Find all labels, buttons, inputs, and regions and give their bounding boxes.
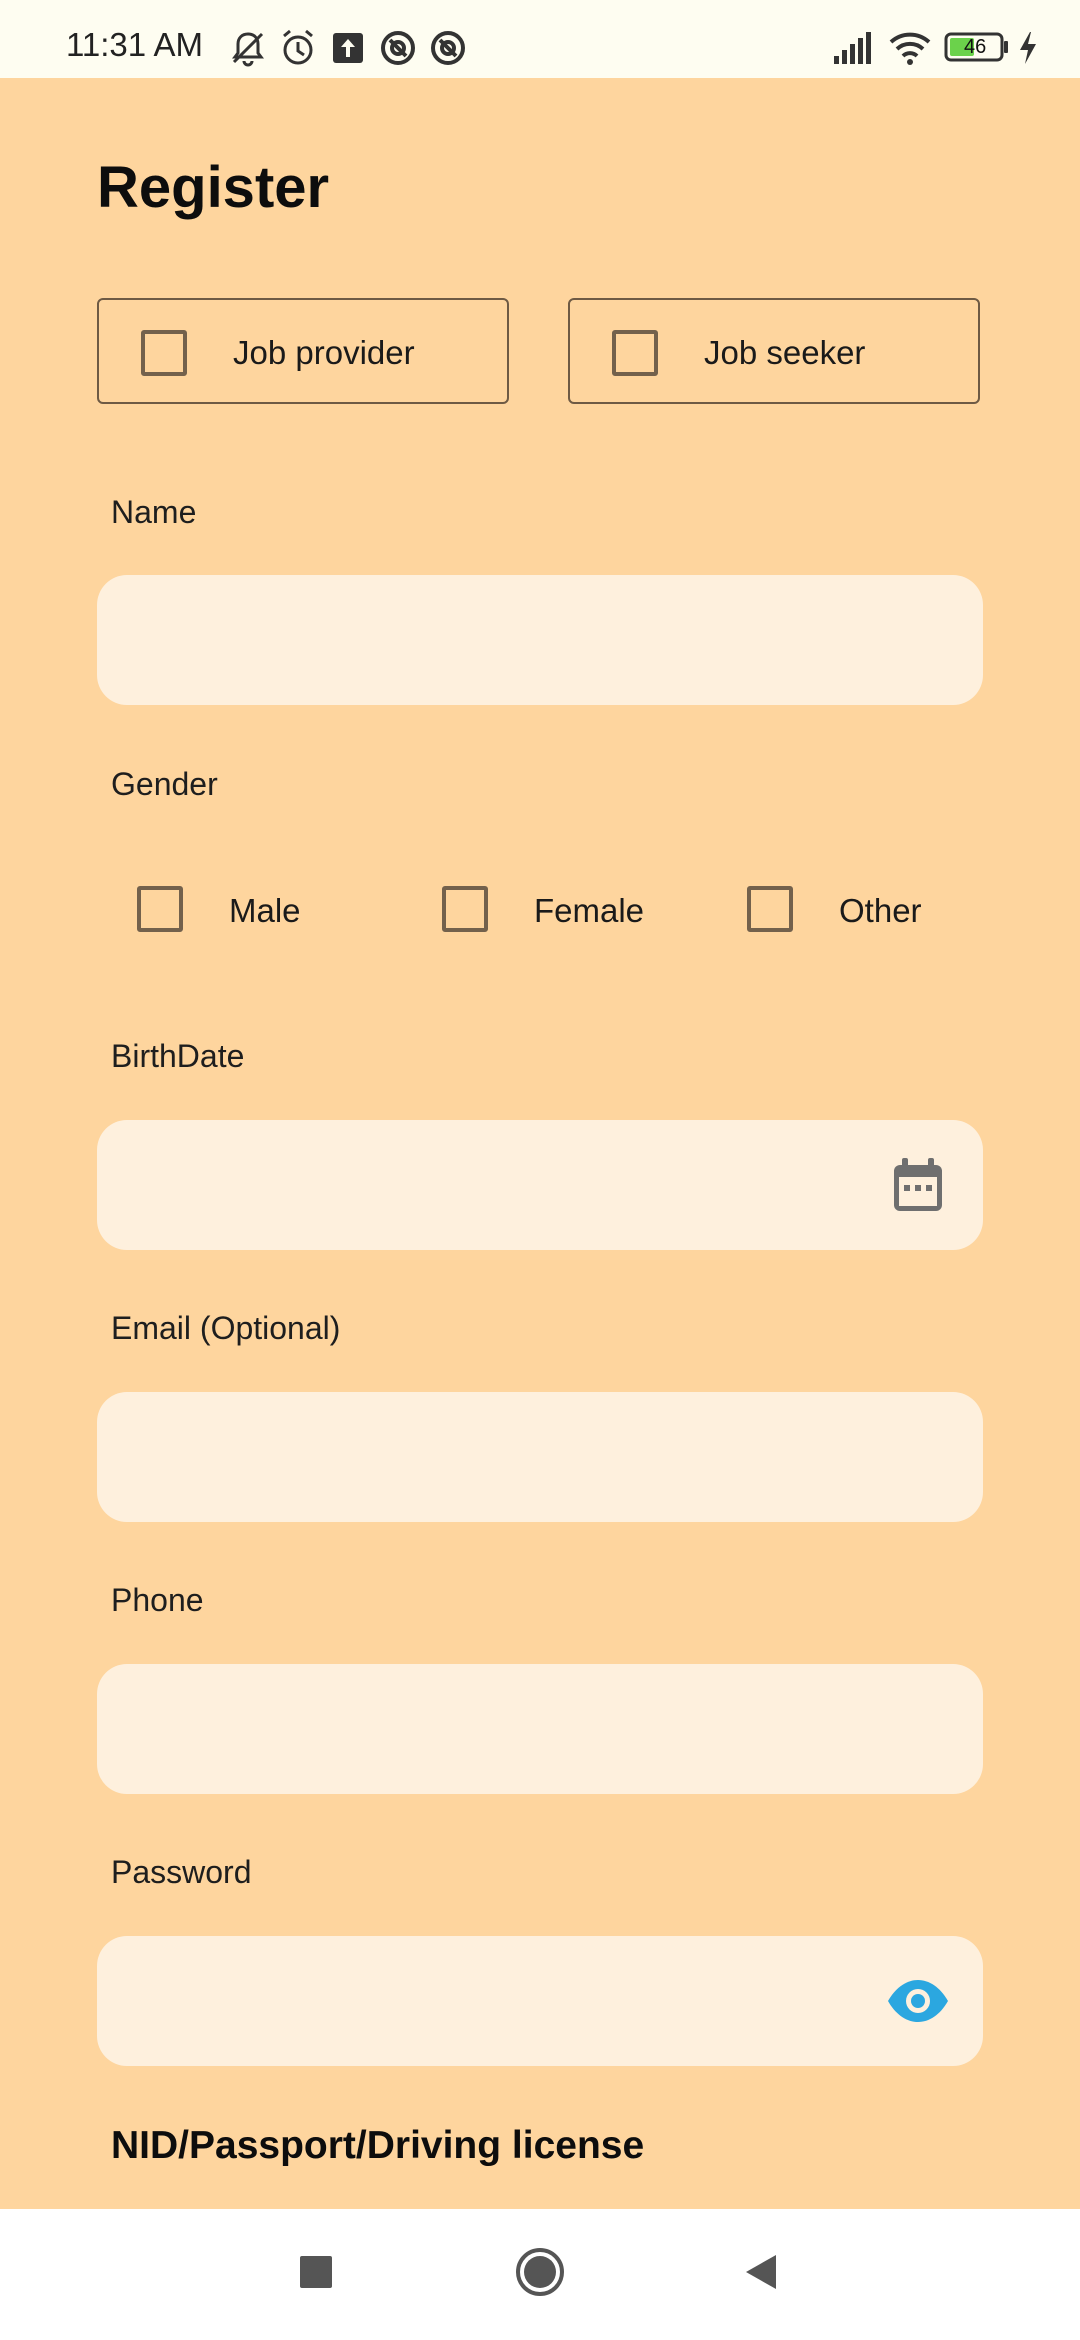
birthdate-label: BirthDate — [111, 1038, 245, 1074]
password-input[interactable] — [97, 1936, 983, 2066]
back-icon[interactable] — [744, 2253, 778, 2291]
phone-label: Phone — [111, 1582, 204, 1618]
job-provider-label: Job provider — [233, 334, 415, 371]
female-checkbox[interactable] — [442, 886, 488, 932]
recents-icon[interactable] — [300, 2256, 332, 2288]
female-label: Female — [534, 892, 645, 929]
job-provider-checkbox[interactable] — [141, 330, 187, 376]
name-label: Name — [111, 494, 197, 530]
phone-input[interactable] — [97, 1664, 983, 1794]
upload-icon — [333, 33, 363, 63]
status-bar: 11:31 AM 46 — [0, 0, 1080, 78]
other-checkbox[interactable] — [747, 886, 793, 932]
app-icon — [381, 31, 415, 65]
name-input[interactable] — [97, 575, 983, 705]
male-label: Male — [229, 892, 301, 929]
birthdate-input[interactable] — [97, 1120, 983, 1250]
battery-icon: 46 — [944, 32, 1008, 62]
other-label: Other — [839, 892, 922, 929]
page-title: Register — [97, 155, 330, 220]
mute-notifications-icon — [232, 32, 264, 67]
wifi-icon — [889, 32, 931, 65]
job-seeker-checkbox[interactable] — [612, 330, 658, 376]
navigation-bar — [0, 2209, 1080, 2340]
alarm-icon — [283, 29, 313, 65]
password-label: Password — [111, 1854, 252, 1890]
home-icon[interactable] — [515, 2247, 565, 2297]
battery-level: 46 — [964, 36, 987, 58]
id-section-heading: NID/Passport/Driving license — [111, 2124, 645, 2167]
signal-icon — [834, 32, 871, 64]
charging-icon — [1020, 32, 1036, 64]
status-icons-right: 46 — [832, 28, 1052, 68]
email-label: Email (Optional) — [111, 1310, 341, 1346]
gender-label: Gender — [111, 766, 218, 802]
calendar-icon[interactable] — [890, 1155, 946, 1215]
email-input[interactable] — [97, 1392, 983, 1522]
visibility-eye-icon[interactable] — [886, 1978, 950, 2024]
app-icon — [431, 31, 465, 65]
male-checkbox[interactable] — [137, 886, 183, 932]
job-provider-option[interactable]: Job provider — [97, 298, 509, 404]
job-seeker-label: Job seeker — [704, 334, 866, 371]
status-time: 11:31 AM — [66, 26, 203, 63]
job-seeker-option[interactable]: Job seeker — [568, 298, 980, 404]
